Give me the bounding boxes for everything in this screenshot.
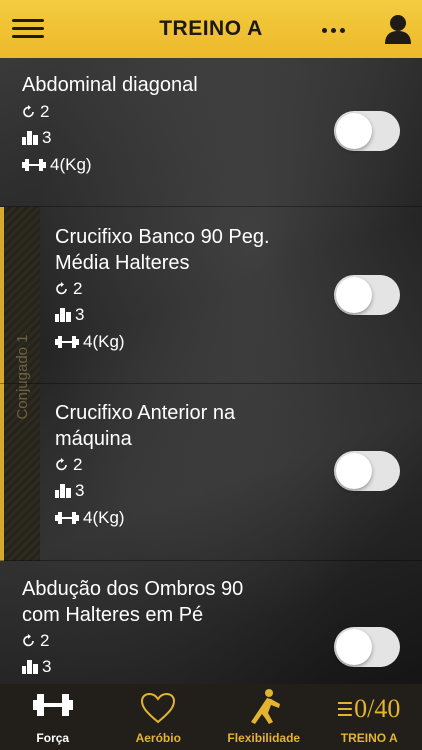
exercise-name: Crucifixo Banco 90 Peg. Média Halteres bbox=[55, 226, 270, 274]
tab-flexibilidade-label: Flexibilidade bbox=[227, 731, 301, 745]
exercise-row[interactable]: Abdominal diagonal 2 3 4(Kg) bbox=[0, 58, 422, 207]
page-title: TREINO A bbox=[159, 17, 263, 40]
tab-aerobio-label: Aeróbio bbox=[135, 731, 181, 745]
exercise-toggle[interactable] bbox=[334, 627, 400, 667]
dumbbell-icon bbox=[55, 512, 79, 524]
repeat-icon bbox=[56, 282, 67, 295]
sets-info: 3 bbox=[22, 128, 51, 148]
dumbbell-icon bbox=[32, 694, 73, 716]
reps-info: 2 bbox=[22, 102, 49, 122]
tab-aerobio[interactable]: Aeróbio bbox=[106, 684, 212, 750]
exercise-name: Crucifixo Anterior na máquina bbox=[55, 402, 236, 450]
bar-chart-icon bbox=[55, 484, 71, 498]
menu-icon[interactable] bbox=[12, 16, 44, 42]
reps-info: 2 bbox=[55, 455, 82, 475]
dumbbell-icon bbox=[22, 159, 46, 171]
more-options-icon[interactable] bbox=[322, 18, 348, 38]
exercise-toggle[interactable] bbox=[334, 275, 400, 315]
exercise-name: Abdução dos Ombros 90 com Halteres em Pé bbox=[22, 578, 244, 626]
bar-chart-icon bbox=[55, 308, 71, 322]
weight-info: 4(Kg) bbox=[55, 508, 125, 528]
weight-info: 4(Kg) bbox=[55, 332, 125, 352]
sets-info: 3 bbox=[55, 481, 84, 501]
bottom-nav: Força Aeróbio Flexibilidade 0/40 TREINO … bbox=[0, 684, 422, 750]
top-bar: TREINO A bbox=[0, 0, 422, 58]
list-icon bbox=[338, 702, 353, 716]
exercise-name: Abdominal diagonal bbox=[22, 74, 198, 96]
repeat-icon bbox=[23, 634, 34, 647]
tab-forca-label: Força bbox=[36, 731, 70, 745]
tab-forca[interactable]: Força bbox=[0, 684, 106, 750]
sets-info: 3 bbox=[22, 657, 51, 677]
exercise-row[interactable]: Crucifixo Banco 90 Peg. Média Halteres 2… bbox=[0, 207, 422, 384]
tab-treino-label: TREINO A bbox=[340, 731, 398, 745]
heart-icon bbox=[141, 692, 176, 724]
exercise-list[interactable]: Conjugado 1 Abdominal diagonal 2 3 4(Kg)… bbox=[0, 58, 422, 684]
exercise-row[interactable]: Abdução dos Ombros 90 com Halteres em Pé… bbox=[0, 561, 422, 684]
repeat-icon bbox=[23, 105, 34, 118]
sets-info: 3 bbox=[55, 305, 84, 325]
user-icon[interactable] bbox=[384, 14, 412, 44]
bar-chart-icon bbox=[22, 660, 38, 674]
exercise-row[interactable]: Crucifixo Anterior na máquina 2 3 4(Kg) bbox=[0, 384, 422, 561]
workout-counter: 0/40 bbox=[338, 694, 400, 724]
weight-info: 4(Kg) bbox=[22, 155, 92, 175]
reps-info: 2 bbox=[22, 631, 49, 651]
bar-chart-icon bbox=[22, 131, 38, 145]
exercise-toggle[interactable] bbox=[334, 451, 400, 491]
repeat-icon bbox=[56, 458, 67, 471]
tab-treino[interactable]: 0/40 TREINO A bbox=[317, 684, 422, 750]
stretch-icon bbox=[250, 689, 280, 724]
dumbbell-icon bbox=[55, 336, 79, 348]
exercise-toggle[interactable] bbox=[334, 111, 400, 151]
reps-info: 2 bbox=[55, 279, 82, 299]
tab-flexibilidade[interactable]: Flexibilidade bbox=[211, 684, 317, 750]
